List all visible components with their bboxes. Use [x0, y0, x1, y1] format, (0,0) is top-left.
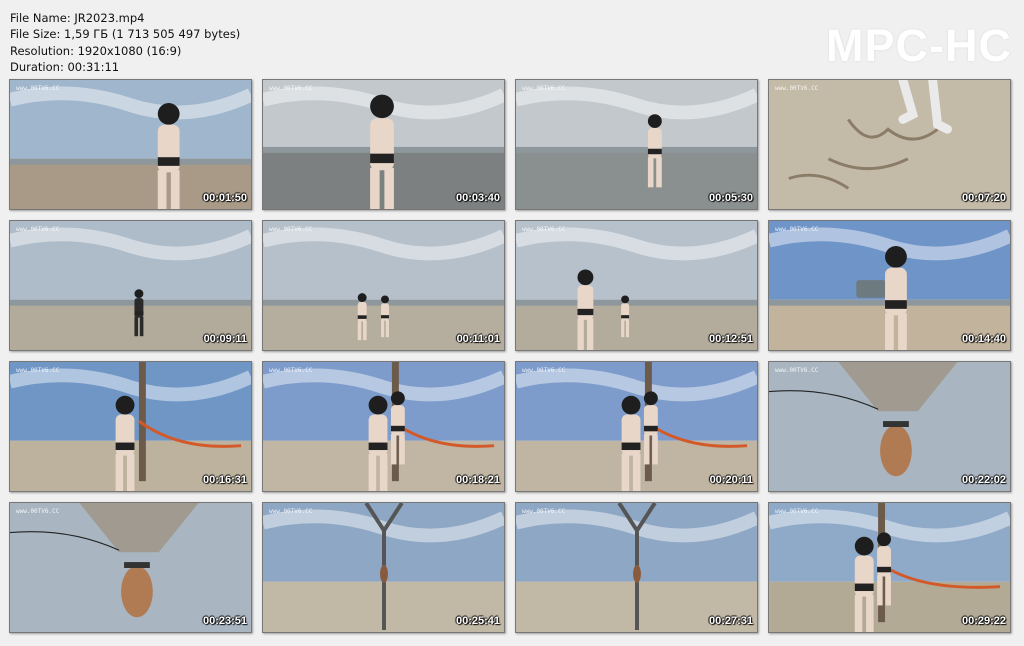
watermark-text: www.00TV6.CC	[775, 85, 819, 92]
watermark-text: www.00TV6.CC	[775, 508, 819, 515]
thumbnail-timestamp: 00:20:11	[709, 474, 753, 486]
thumbnail-timestamp: 00:01:50	[202, 192, 247, 204]
thumbnail-timestamp: 00:14:40	[961, 333, 1006, 345]
video-thumbnail: www.00TV6.CC 00:12:51	[515, 220, 758, 351]
video-thumbnail: www.00TV6.CC 00:07:20	[768, 79, 1011, 210]
watermark-text: www.00TV6.CC	[775, 367, 819, 374]
video-thumbnail: www.00TV6.CC 00:25:41	[262, 502, 505, 633]
watermark-text: www.00TV6.CC	[522, 367, 566, 374]
video-thumbnail: www.00TV6.CC 00:09:11	[9, 220, 252, 351]
video-thumbnail: www.00TV6.CC 00:16:31	[9, 361, 252, 492]
watermark-text: www.00TV6.CC	[269, 85, 313, 92]
video-thumbnail: www.00TV6.CC 00:29:22	[768, 502, 1011, 633]
watermark-text: www.00TV6.CC	[16, 367, 60, 374]
thumbnail-timestamp: 00:12:51	[708, 333, 753, 345]
thumbnail-timestamp: 00:09:11	[203, 333, 247, 345]
watermark-text: www.00TV6.CC	[16, 226, 60, 233]
video-thumbnail: www.00TV6.CC 00:14:40	[768, 220, 1011, 351]
thumbnail-timestamp: 00:07:20	[961, 192, 1006, 204]
thumbnail-timestamp: 00:16:31	[202, 474, 247, 486]
thumbnail-grid: www.00TV6.CC 00:01:50 www.00TV6.CC 00:03:4…	[0, 0, 1024, 646]
video-thumbnail: www.00TV6.CC 00:11:01	[262, 220, 505, 351]
video-thumbnail: www.00TV6.CC 00:01:50	[9, 79, 252, 210]
watermark-text: www.00TV6.CC	[269, 367, 313, 374]
video-thumbnail: www.00TV6.CC 00:20:11	[515, 361, 758, 492]
thumbnail-timestamp: 00:29:22	[961, 615, 1006, 627]
thumbnail-timestamp: 00:11:01	[456, 333, 500, 345]
thumbnail-timestamp: 00:22:02	[961, 474, 1006, 486]
thumbnail-timestamp: 00:25:41	[455, 615, 500, 627]
watermark-text: www.00TV6.CC	[522, 226, 566, 233]
watermark-text: www.00TV6.CC	[522, 85, 566, 92]
thumbnail-timestamp: 00:03:40	[455, 192, 500, 204]
video-thumbnail: www.00TV6.CC 00:18:21	[262, 361, 505, 492]
watermark-text: www.00TV6.CC	[16, 85, 60, 92]
thumbnail-timestamp: 00:05:30	[708, 192, 753, 204]
thumbnail-timestamp: 00:27:31	[708, 615, 753, 627]
video-thumbnail: www.00TV6.CC 00:03:40	[262, 79, 505, 210]
watermark-text: www.00TV6.CC	[269, 226, 313, 233]
watermark-text: www.00TV6.CC	[522, 508, 566, 515]
video-thumbnail: www.00TV6.CC 00:23:51	[9, 502, 252, 633]
video-thumbnail: www.00TV6.CC 00:22:02	[768, 361, 1011, 492]
thumbnail-timestamp: 00:23:51	[202, 615, 247, 627]
thumbnail-timestamp: 00:18:21	[455, 474, 500, 486]
watermark-text: www.00TV6.CC	[775, 226, 819, 233]
watermark-text: www.00TV6.CC	[16, 508, 60, 515]
video-thumbnail: www.00TV6.CC 00:05:30	[515, 79, 758, 210]
video-thumbnail: www.00TV6.CC 00:27:31	[515, 502, 758, 633]
watermark-text: www.00TV6.CC	[269, 508, 313, 515]
